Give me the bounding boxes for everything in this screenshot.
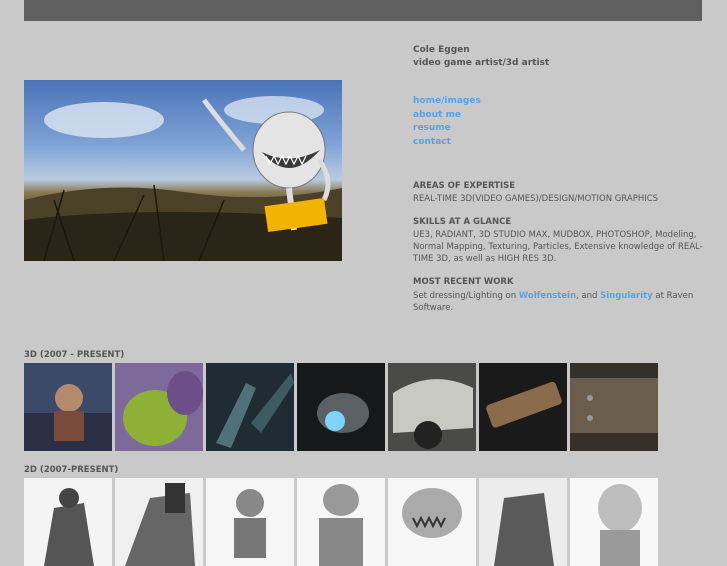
nav-contact[interactable]: contact: [413, 136, 481, 150]
thumb-3d-1[interactable]: [24, 363, 112, 451]
thumb-2d-5[interactable]: [388, 478, 476, 566]
thumb-2d-2[interactable]: [115, 478, 203, 566]
thumb-3d-4[interactable]: [297, 363, 385, 451]
gallery-3d-heading: 3D (2007 - PRESENT): [24, 350, 125, 360]
expertise-text: REAL-TIME 3D(VIDEO GAMES)/DESIGN/MOTION …: [413, 194, 659, 204]
nav-home-images[interactable]: home/images: [413, 95, 481, 109]
artist-name: Cole Eggen: [413, 45, 470, 55]
thumb-2d-3[interactable]: [206, 478, 294, 566]
thumb-3d-7[interactable]: [570, 363, 658, 451]
gallery-2d-heading: 2D (2007-PRESENT): [24, 465, 119, 475]
top-bar: [24, 0, 702, 21]
nav-resume[interactable]: resume: [413, 122, 481, 136]
recent-prefix: Set dressing/Lighting on: [413, 291, 519, 301]
skills-heading: SKILLS AT A GLANCE: [413, 217, 512, 227]
expertise-heading: AREAS OF EXPERTISE: [413, 181, 516, 191]
hero-image: [24, 80, 342, 261]
thumb-2d-1[interactable]: [24, 478, 112, 566]
recent-work-text: Set dressing/Lighting on Wolfenstein, an…: [413, 290, 703, 314]
thumb-2d-7[interactable]: [570, 478, 658, 566]
thumb-3d-6[interactable]: [479, 363, 567, 451]
singularity-link[interactable]: Singularity: [600, 291, 653, 301]
thumb-2d-6[interactable]: [479, 478, 567, 566]
thumb-3d-2[interactable]: [115, 363, 203, 451]
main-nav: home/images about me resume contact: [413, 95, 481, 149]
gallery-2d-row: [24, 478, 658, 566]
artist-role: video game artist/3d artist: [413, 58, 550, 68]
thumb-3d-3[interactable]: [206, 363, 294, 451]
thumb-3d-5[interactable]: [388, 363, 476, 451]
wolfenstein-link[interactable]: Wolfenstein: [519, 291, 576, 301]
recent-mid: , and: [576, 291, 601, 301]
gallery-3d-row: [24, 363, 658, 451]
recent-work-heading: MOST RECENT WORK: [413, 277, 514, 287]
skills-text: UE3, RADIANT, 3D STUDIO MAX, MUDBOX, PHO…: [413, 230, 703, 264]
nav-about-me[interactable]: about me: [413, 109, 481, 123]
thumb-2d-4[interactable]: [297, 478, 385, 566]
